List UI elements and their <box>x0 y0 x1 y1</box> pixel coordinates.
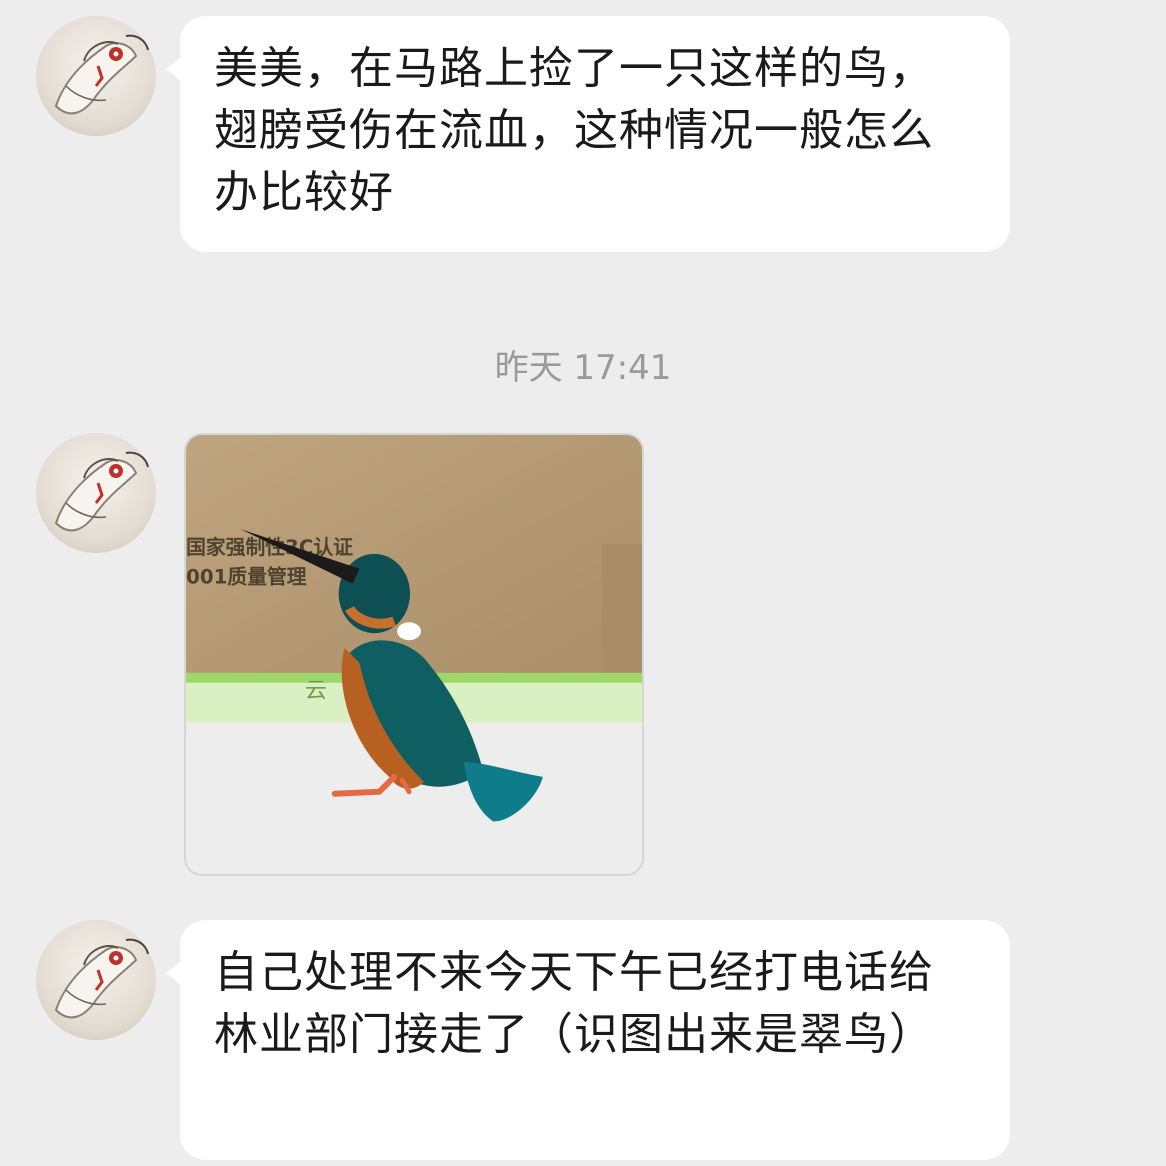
contact-avatar[interactable] <box>36 920 156 1040</box>
image-message[interactable]: 国家强制性3C认证 001质量管理 云 <box>184 433 644 876</box>
bubble-tail <box>166 56 182 82</box>
bubble-tail <box>166 960 182 986</box>
pack-print-text: 云 <box>305 679 327 704</box>
message-bubble[interactable]: 美美，在马路上捡了一只这样的鸟，翅膀受伤在流血，这种情况一般怎么办比较好 <box>166 16 1010 252</box>
ink-painting-avatar-icon <box>54 451 149 532</box>
ink-painting-avatar-icon <box>54 938 149 1019</box>
message-timestamp: 昨天 17:41 <box>494 348 672 388</box>
ink-painting-avatar-icon <box>54 34 149 115</box>
message-text: 美美，在马路上捡了一只这样的鸟，翅膀受伤在流血，这种情况一般怎么办比较好 <box>214 43 934 218</box>
contact-avatar[interactable] <box>36 16 156 136</box>
contact-avatar[interactable] <box>36 433 156 553</box>
box-print-text: 001质量管理 <box>186 566 307 589</box>
kingfisher-photo: 国家强制性3C认证 001质量管理 云 <box>186 435 642 874</box>
message-text: 自己处理不来今天下午已经打电话给林业部门接走了（识图出来是翠鸟） <box>214 947 934 1060</box>
message-bubble[interactable]: 自己处理不来今天下午已经打电话给林业部门接走了（识图出来是翠鸟） <box>166 920 1010 1160</box>
